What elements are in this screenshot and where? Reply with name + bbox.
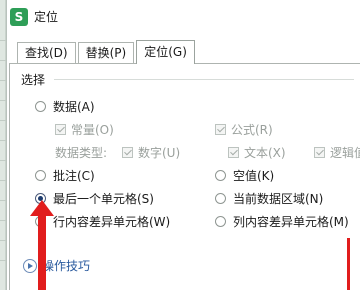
checkbox-formulas: 公式(R) — [215, 121, 273, 138]
tab-replace[interactable]: 替换(P) — [77, 42, 135, 64]
dialog-titlebar: S 定位 — [7, 0, 360, 33]
radio-button-column-differences[interactable] — [215, 216, 226, 227]
radio-row-differences[interactable]: 行内容差异单元格(W) — [35, 213, 170, 230]
radio-label-row-differences: 行内容差异单元格(W) — [53, 215, 171, 229]
section-label-select: 选择 — [19, 71, 48, 88]
checkbox-label-numbers: 数字(U) — [138, 146, 181, 160]
red-highlight-annotation — [347, 238, 350, 290]
checkbox-box-numbers — [122, 147, 133, 158]
radio-button-comments[interactable] — [35, 170, 46, 181]
radio-button-data[interactable] — [35, 101, 46, 112]
red-arrow-annotation — [30, 200, 54, 290]
radio-column-differences[interactable]: 列内容差异单元格(M) — [215, 213, 349, 230]
checkbox-constants: 常量(O) — [55, 121, 114, 138]
checkbox-label-constants: 常量(O) — [71, 123, 114, 137]
radio-label-last-cell: 最后一个单元格(S) — [53, 192, 154, 206]
radio-button-current-region[interactable] — [215, 193, 226, 204]
radio-label-column-differences: 列内容差异单元格(M) — [233, 215, 349, 229]
tab-goto[interactable]: 定位(G) — [136, 40, 195, 64]
checkbox-logical: 逻辑值 — [314, 144, 360, 161]
radio-data[interactable]: 数据(A) — [35, 98, 95, 115]
checkbox-box-logical — [314, 147, 325, 158]
section-divider — [54, 79, 354, 80]
checkbox-label-text: 文本(X) — [244, 146, 286, 160]
radio-label-blanks: 空值(K) — [233, 169, 275, 183]
radio-current-region[interactable]: 当前数据区域(N) — [215, 190, 323, 207]
checkbox-label-formulas: 公式(R) — [231, 123, 273, 137]
checkbox-label-logical: 逻辑值 — [330, 146, 360, 160]
app-logo-icon: S — [10, 7, 28, 26]
tab-find[interactable]: 查找(D) — [17, 42, 76, 64]
tab-bar: 查找(D) 替换(P) 定位(G) — [17, 40, 197, 64]
radio-label-comments: 批注(C) — [53, 169, 95, 183]
checkbox-box-text — [228, 147, 239, 158]
radio-button-blanks[interactable] — [215, 170, 226, 181]
radio-comments[interactable]: 批注(C) — [35, 167, 95, 184]
checkbox-box-formulas — [215, 124, 226, 135]
checkbox-text: 文本(X) — [228, 144, 286, 161]
checkbox-box-constants — [55, 124, 66, 135]
radio-blanks[interactable]: 空值(K) — [215, 167, 274, 184]
radio-label-current-region: 当前数据区域(N) — [233, 192, 324, 206]
checkbox-numbers: 数字(U) — [122, 144, 180, 161]
data-type-label: 数据类型: — [55, 146, 108, 160]
dialog-title: 定位 — [34, 10, 59, 24]
radio-label-data: 数据(A) — [53, 100, 95, 114]
